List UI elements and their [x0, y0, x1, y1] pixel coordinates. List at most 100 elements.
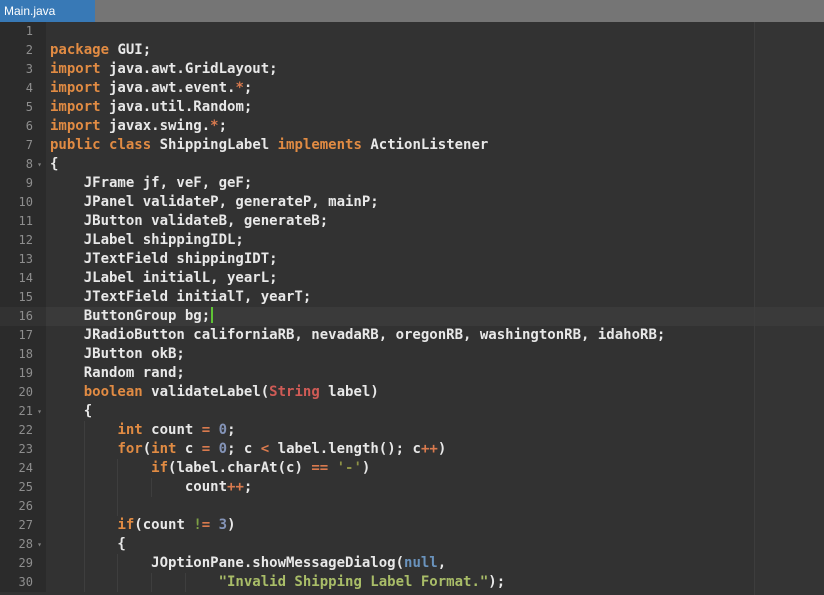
indent-guide	[151, 478, 153, 497]
code-line[interactable]: 24 if(label.charAt(c) == '-')	[0, 459, 824, 478]
line-text: JRadioButton californiaRB, nevadaRB, ore…	[46, 326, 824, 345]
code-line[interactable]: 23 for(int c = 0; c < label.length(); c+…	[0, 440, 824, 459]
code-line[interactable]: 25 count++;	[0, 478, 824, 497]
code-token: ; c	[227, 441, 261, 457]
code-token: if	[151, 460, 169, 476]
code-token: ShippingLabel	[151, 137, 278, 153]
line-text: if(label.charAt(c) == '-')	[46, 459, 824, 478]
code-token: (label.charAt(c)	[168, 460, 312, 476]
code-token: JTextField shippingIDT;	[50, 251, 278, 267]
gutter: 17	[0, 326, 46, 345]
code-line[interactable]: 4 import java.awt.event.*;	[0, 79, 824, 98]
indent-guide	[117, 573, 119, 592]
code-token: ;	[243, 80, 253, 96]
code-token: JLabel shippingIDL;	[50, 232, 244, 248]
code-line[interactable]: 22 int count = 0;	[0, 421, 824, 440]
gutter: 10	[0, 193, 46, 212]
code-line[interactable]: 8 ▾{	[0, 155, 824, 174]
code-line[interactable]: 10 JPanel validateP, generateP, mainP;	[0, 193, 824, 212]
code-token: ;	[227, 422, 236, 438]
code-line[interactable]: 30 "Invalid Shipping Label Format.");	[0, 573, 824, 592]
code-line[interactable]: 1	[0, 22, 824, 41]
gutter: 18	[0, 345, 46, 364]
line-text: import java.awt.GridLayout;	[46, 60, 824, 79]
code-area: 1 2 package GUI; 3 import java.awt.GridLayou…	[0, 22, 824, 592]
line-number: 15	[18, 290, 33, 304]
code-line[interactable]: 16 ButtonGroup bg;	[0, 307, 824, 326]
code-line[interactable]: 12 JLabel shippingIDL;	[0, 231, 824, 250]
gutter: 1	[0, 22, 46, 41]
code-token: label.length(); c	[269, 441, 421, 457]
indent-guide	[117, 497, 119, 516]
gutter: 20	[0, 383, 46, 402]
code-token: ++	[420, 441, 438, 457]
indent-guide	[117, 554, 119, 573]
fold-arrow-icon[interactable]: ▾	[33, 402, 46, 421]
indent-guide	[83, 573, 85, 592]
code-line[interactable]: 14 JLabel initialL, yearL;	[0, 269, 824, 288]
code-token: !	[193, 517, 202, 533]
code-line[interactable]: 9 JFrame jf, veF, geF;	[0, 174, 824, 193]
gutter: 24	[0, 459, 46, 478]
gutter: 5	[0, 98, 46, 117]
code-token: for	[117, 441, 143, 457]
code-line[interactable]: 7 public class ShippingLabel implements A…	[0, 136, 824, 155]
code-line[interactable]: 17 JRadioButton californiaRB, nevadaRB, …	[0, 326, 824, 345]
code-token: '-'	[336, 460, 362, 476]
indent-guide	[83, 554, 85, 573]
code-token: int	[151, 441, 177, 457]
indent-guide	[83, 516, 85, 535]
indent-guide	[83, 421, 85, 440]
editor: 1 2 package GUI; 3 import java.awt.GridLayou…	[0, 22, 824, 595]
code-line[interactable]: 19 Random rand;	[0, 364, 824, 383]
code-line[interactable]: 5 import java.util.Random;	[0, 98, 824, 117]
code-line[interactable]: 2 package GUI;	[0, 41, 824, 60]
line-number: 21	[18, 404, 33, 418]
code-line[interactable]: 15 JTextField initialT, yearT;	[0, 288, 824, 307]
code-token: java.util.Random;	[100, 99, 253, 115]
line-number: 23	[18, 442, 33, 456]
code-token: ;	[243, 479, 253, 495]
code-line[interactable]: 13 JTextField shippingIDT;	[0, 250, 824, 269]
gutter: 23	[0, 440, 46, 459]
code-token: ;	[218, 118, 228, 134]
code-token: JOptionPane.showMessageDialog(	[50, 555, 405, 571]
line-number: 5	[25, 100, 33, 114]
code-line[interactable]: 27 if(count != 3)	[0, 516, 824, 535]
code-line[interactable]: 29 JOptionPane.showMessageDialog(null,	[0, 554, 824, 573]
gutter: 29	[0, 554, 46, 573]
code-token: =	[201, 517, 211, 533]
gutter: 16	[0, 307, 46, 326]
code-line[interactable]: 3 import java.awt.GridLayout;	[0, 60, 824, 79]
code-line[interactable]: 18 JButton okB;	[0, 345, 824, 364]
tab-bar: Main.java	[0, 0, 824, 22]
code-token: javax.swing.	[100, 118, 211, 134]
code-token: 0	[218, 441, 228, 457]
code-line[interactable]: 28 ▾ {	[0, 535, 824, 554]
code-token: JButton okB;	[50, 346, 185, 362]
line-text: JButton okB;	[46, 345, 824, 364]
code-line[interactable]: 21 ▾ {	[0, 402, 824, 421]
code-token: );	[488, 574, 506, 590]
code-token: null	[404, 555, 438, 571]
code-line[interactable]: 26	[0, 497, 824, 516]
code-line[interactable]: 6 import javax.swing.*;	[0, 117, 824, 136]
fold-arrow-icon[interactable]: ▾	[33, 535, 46, 554]
code-line[interactable]: 20 boolean validateLabel(String label)	[0, 383, 824, 402]
fold-arrow-icon[interactable]: ▾	[33, 155, 46, 174]
code-token: (count	[134, 517, 194, 533]
line-number: 1	[25, 24, 33, 38]
indent-guide	[117, 478, 119, 497]
code-line[interactable]: 11 JButton validateB, generateB;	[0, 212, 824, 231]
gutter: 26	[0, 497, 46, 516]
line-text: import javax.swing.*;	[46, 117, 824, 136]
line-number: 29	[18, 556, 33, 570]
code-token: class	[109, 137, 152, 153]
line-number: 22	[18, 423, 33, 437]
tab-main-java[interactable]: Main.java	[0, 0, 95, 22]
code-token: {	[50, 403, 93, 419]
code-token: *	[210, 118, 219, 134]
